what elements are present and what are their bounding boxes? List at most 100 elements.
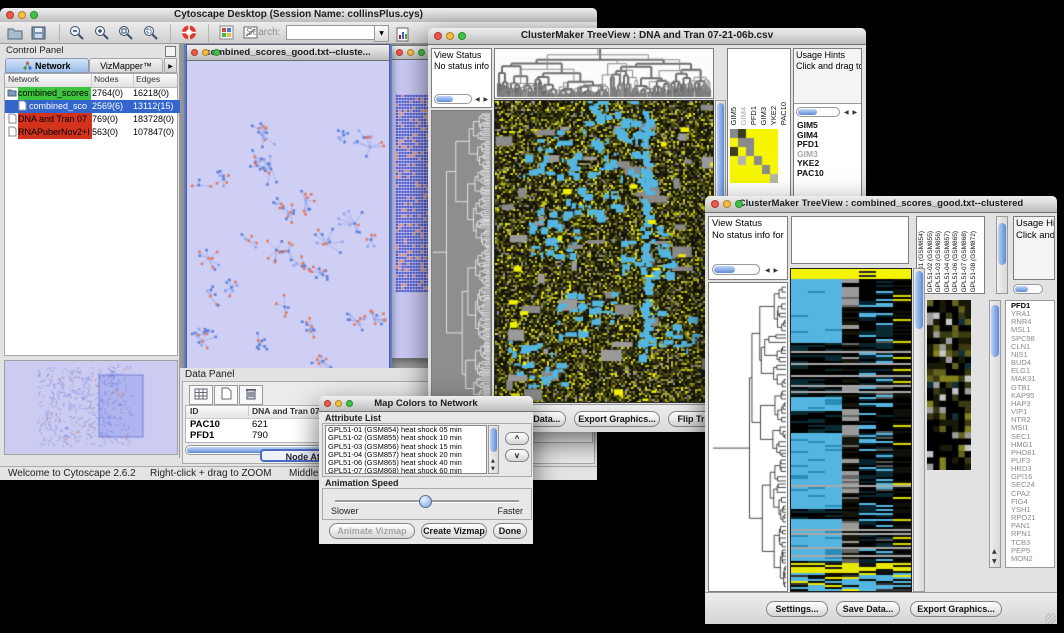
tv1-zoom-heatmap[interactable] xyxy=(730,129,778,183)
zoom-button[interactable] xyxy=(735,200,743,208)
scroll-arrows[interactable]: ◀ ▶ xyxy=(475,96,489,103)
delete-attribute-icon[interactable] xyxy=(239,385,263,405)
tv2-heatmap[interactable] xyxy=(791,269,911,591)
minimize-button[interactable] xyxy=(18,11,26,19)
animate-vizmap-button[interactable]: Animate Vizmap xyxy=(329,523,415,539)
tv1-column-dendrogram[interactable] xyxy=(495,49,713,98)
zoom-button[interactable] xyxy=(213,49,220,56)
scrollbar-thumb[interactable] xyxy=(998,223,1006,265)
network-view-canvas[interactable] xyxy=(187,61,387,368)
scrollbar-thumb[interactable] xyxy=(991,305,999,357)
scroll-down-arrow[interactable]: ▼ xyxy=(992,558,998,565)
scroll-up-arrow[interactable]: ▲ xyxy=(992,548,998,555)
scrollbar-thumb[interactable] xyxy=(490,428,497,452)
network-row-selected[interactable]: combined_sco 2569(6) 13112(15) xyxy=(5,100,183,113)
attribute-list[interactable]: GPL51-01 (GSM854) heat shock 05 minGPL51… xyxy=(325,425,487,474)
scrollbar-thumb[interactable] xyxy=(1015,286,1028,292)
zoom-button[interactable] xyxy=(458,32,466,40)
column-header[interactable]: Network xyxy=(8,74,88,87)
tv2-genelist-vscrollbar[interactable]: ▲ ▼ xyxy=(989,300,1001,568)
move-up-button[interactable]: ^ xyxy=(505,432,529,445)
settings-button[interactable]: Settings... xyxy=(766,601,828,617)
vizmapper-icon[interactable] xyxy=(218,24,238,43)
minimize-button[interactable] xyxy=(202,49,209,56)
zoom-out-icon[interactable] xyxy=(68,24,88,43)
treeview1-titlebar[interactable]: ClusterMaker TreeView : DNA and Tran 07-… xyxy=(428,28,866,45)
tv2-vscrollbar[interactable] xyxy=(913,268,925,592)
close-button[interactable] xyxy=(191,49,198,56)
network-view-titlebar[interactable]: combined_scores_good.txt--cluste... xyxy=(187,45,389,61)
create-vizmap-button[interactable]: Create Vizmap xyxy=(421,523,487,539)
zoom-button[interactable] xyxy=(346,400,353,407)
zoom-in-icon[interactable] xyxy=(93,24,113,43)
network-row[interactable]: RNAPuberNov2+I 563(0) 107847(0) xyxy=(5,126,183,139)
scroll-up-arrow[interactable]: ▲ xyxy=(491,458,496,464)
export-graphics-button[interactable]: Export Graphics... xyxy=(574,411,660,427)
attribute-list-label: Attribute List xyxy=(325,413,381,423)
close-button[interactable] xyxy=(6,11,14,19)
scrollbar-thumb[interactable] xyxy=(714,266,735,273)
tv1-row-dendrogram[interactable] xyxy=(432,111,491,402)
column-header[interactable]: ID xyxy=(190,406,242,416)
map-colors-dialog: Map Colors to Network Attribute List GPL… xyxy=(319,396,533,544)
minimize-button[interactable] xyxy=(723,200,731,208)
tv2-status-hscrollbar[interactable] xyxy=(712,264,760,275)
tv2-zoom-heatmap[interactable] xyxy=(927,300,971,470)
column-header[interactable]: Nodes xyxy=(91,74,134,87)
close-button[interactable] xyxy=(396,49,403,56)
scrollbar-thumb[interactable] xyxy=(798,109,817,115)
attribute-table-icon[interactable] xyxy=(189,385,213,405)
data-panel-title: Data Panel xyxy=(185,369,234,380)
tv1-heatmap[interactable] xyxy=(495,101,713,402)
treeview2-titlebar[interactable]: ClusterMaker TreeView : combined_scores_… xyxy=(705,196,1057,213)
done-button[interactable]: Done xyxy=(493,523,527,539)
close-button[interactable] xyxy=(711,200,719,208)
tv2-usage-hscrollbar[interactable] xyxy=(1013,284,1043,294)
tab-network[interactable]: Network xyxy=(5,58,89,73)
cytoscape-titlebar[interactable]: Cytoscape Desktop (Session Name: collins… xyxy=(0,8,597,23)
minimize-button[interactable] xyxy=(407,49,414,56)
minimize-button[interactable] xyxy=(335,400,342,407)
tv2-collabel-vscrollbar[interactable] xyxy=(996,216,1008,294)
scroll-down-arrow[interactable]: ▼ xyxy=(491,466,496,472)
dialog-titlebar[interactable]: Map Colors to Network xyxy=(319,396,533,412)
close-button[interactable] xyxy=(434,32,442,40)
export-graphics-button[interactable]: Export Graphics... xyxy=(910,601,1002,617)
network-view-window[interactable]: combined_scores_good.txt--cluste... xyxy=(186,44,390,368)
save-data-button[interactable]: Save Data... xyxy=(836,601,900,617)
open-session-icon[interactable] xyxy=(6,24,26,43)
new-attribute-icon[interactable] xyxy=(214,385,238,405)
tv1-usage-hscrollbar[interactable] xyxy=(796,107,840,117)
animation-speed-slider[interactable] xyxy=(419,495,432,508)
resize-grip[interactable] xyxy=(1045,613,1056,624)
save-session-icon[interactable] xyxy=(30,24,50,43)
help-lifebuoy-icon[interactable] xyxy=(180,24,200,43)
close-button[interactable] xyxy=(324,400,331,407)
tv1-status-hscrollbar[interactable] xyxy=(434,94,472,104)
report-icon[interactable] xyxy=(394,26,414,45)
zoom-selected-icon[interactable] xyxy=(142,24,162,43)
network-row[interactable]: combined_scores 2764(0) 16218(0) xyxy=(5,87,183,100)
column-header[interactable]: Edges xyxy=(133,74,180,87)
attribute-list-vscrollbar[interactable]: ▲ ▼ xyxy=(488,425,499,474)
tv2-column-dendrogram-panel[interactable] xyxy=(791,216,909,264)
search-dropdown-button[interactable]: ▼ xyxy=(374,25,389,42)
scroll-arrows[interactable]: ◀ ▶ xyxy=(844,109,858,116)
network-overview-canvas[interactable] xyxy=(5,361,177,454)
search-input[interactable] xyxy=(286,25,376,40)
scrollbar-thumb[interactable] xyxy=(436,96,453,102)
tab-more-button[interactable]: ▶ xyxy=(164,58,177,73)
zoom-button[interactable] xyxy=(418,49,425,56)
zoom-button[interactable] xyxy=(30,11,38,19)
move-down-button[interactable]: v xyxy=(505,449,529,462)
scrollbar-thumb[interactable] xyxy=(915,271,923,329)
float-panel-icon[interactable] xyxy=(165,46,176,57)
tv2-row-dendrogram[interactable] xyxy=(709,283,787,591)
minimize-button[interactable] xyxy=(446,32,454,40)
tab-vizmapper[interactable]: VizMapper™ xyxy=(89,58,163,73)
scroll-arrows[interactable]: ◀ ▶ xyxy=(765,267,779,274)
attribute-list-item[interactable]: GPL51-07 (GSM868) heat shock 60 min xyxy=(328,467,486,474)
zoom-fit-icon[interactable] xyxy=(117,24,137,43)
background-network-canvas[interactable] xyxy=(395,94,429,294)
network-row[interactable]: DNA and Tran 07 769(0) 183728(0) xyxy=(5,113,183,126)
